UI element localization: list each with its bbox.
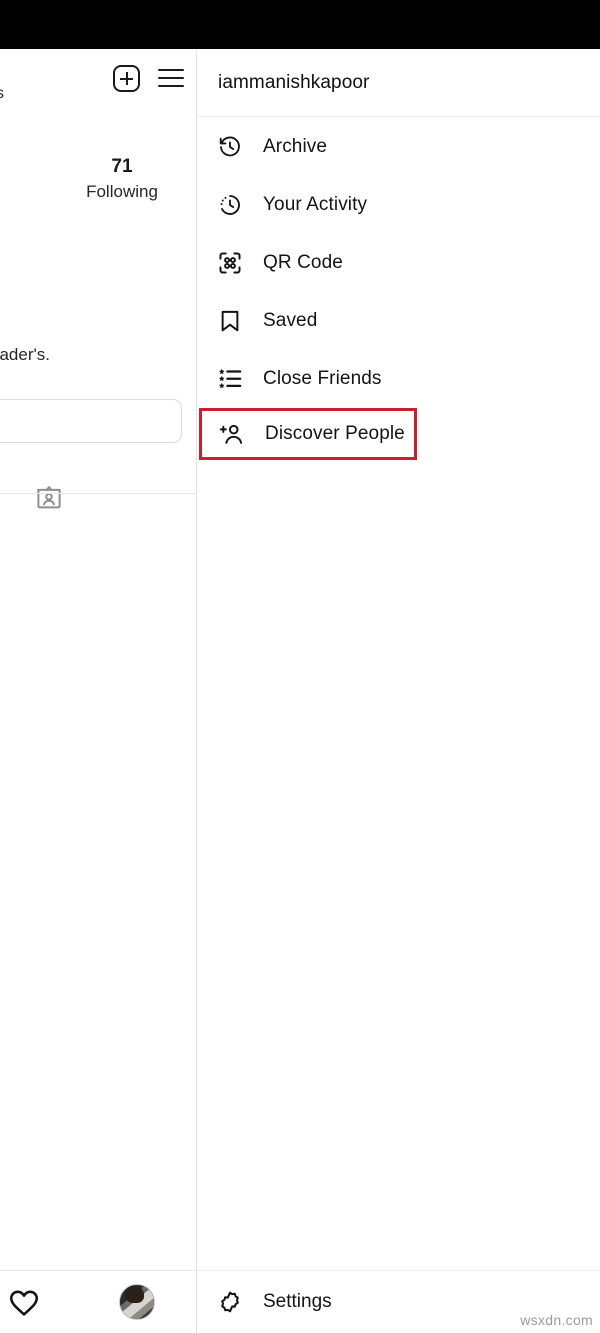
- menu-item-close-friends[interactable]: Close Friends: [197, 350, 600, 408]
- followers-label-clipped: s: [0, 85, 4, 102]
- menu-item-label: Saved: [263, 310, 318, 331]
- settings-label: Settings: [263, 1291, 332, 1312]
- gear-icon: [215, 1287, 245, 1317]
- profile-header: [0, 49, 196, 117]
- archive-clock-icon: [215, 132, 245, 162]
- menu-item-label: Discover People: [265, 423, 405, 444]
- profile-panel: s 71 Following eader's.: [0, 49, 197, 1333]
- star-list-icon: [215, 364, 245, 394]
- profile-stats: 71 Following: [0, 154, 196, 204]
- bottom-nav-bar: [0, 1271, 196, 1333]
- menu-header: iammanishkapoor: [197, 49, 600, 117]
- bio-text-clipped: eader's.: [0, 345, 50, 364]
- profile-header-actions: [113, 65, 184, 92]
- following-count: 71: [111, 156, 133, 177]
- watermark: wsxdn.com: [520, 1312, 593, 1328]
- profile-section-divider: [0, 493, 196, 494]
- add-person-icon: [217, 419, 247, 449]
- status-bar: [0, 0, 600, 49]
- activity-clock-icon: [215, 190, 245, 220]
- bookmark-icon: [215, 306, 245, 336]
- screen-root: s 71 Following eader's.: [0, 0, 600, 1333]
- edit-profile-button[interactable]: [0, 399, 182, 443]
- menu-item-qr-code[interactable]: QR Code: [197, 234, 600, 292]
- following-label: Following: [86, 182, 158, 201]
- menu-item-saved[interactable]: Saved: [197, 292, 600, 350]
- hamburger-icon[interactable]: [158, 69, 184, 88]
- heart-icon[interactable]: [6, 1284, 42, 1320]
- menu-item-label: Close Friends: [263, 368, 382, 389]
- menu-item-label: QR Code: [263, 252, 343, 273]
- avatar[interactable]: [119, 1284, 155, 1320]
- name-badge-icon[interactable]: [34, 483, 64, 513]
- plus-box-icon[interactable]: [113, 65, 140, 92]
- stat-following[interactable]: 71 Following: [68, 154, 176, 204]
- menu-item-discover-people[interactable]: Discover People: [199, 408, 417, 460]
- menu-username: iammanishkapoor: [218, 71, 370, 93]
- menu-item-label: Archive: [263, 136, 328, 157]
- menu-item-archive[interactable]: Archive: [197, 118, 600, 176]
- menu-item-your-activity[interactable]: Your Activity: [197, 176, 600, 234]
- menu-item-label: Your Activity: [263, 194, 368, 215]
- qr-code-icon: [215, 248, 245, 278]
- menu-item-list: Archive Your Activity QR Code Saved Clos…: [197, 118, 600, 460]
- side-menu-panel: iammanishkapoor Archive Your Activity QR…: [197, 49, 600, 1333]
